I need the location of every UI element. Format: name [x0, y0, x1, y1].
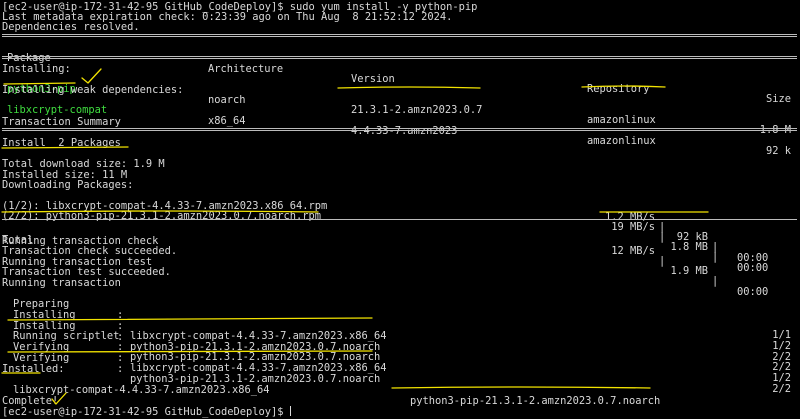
highlight-underline	[1, 210, 319, 213]
highlight-underline	[7, 317, 373, 321]
highlight-underline	[581, 85, 666, 88]
highlight-underline	[391, 386, 651, 389]
highlight-underline	[1, 146, 129, 149]
highlight-underline	[3, 82, 76, 85]
terminal-window[interactable]: [ec2-user@ip-172-31-42-95 GitHub_CodeDep…	[0, 0, 800, 419]
highlight-underline	[7, 350, 373, 353]
checkmark-icon	[81, 68, 102, 84]
highlight-underline	[337, 86, 481, 89]
annotation-overlay	[1, 68, 709, 405]
checkmark-icon	[51, 392, 67, 405]
